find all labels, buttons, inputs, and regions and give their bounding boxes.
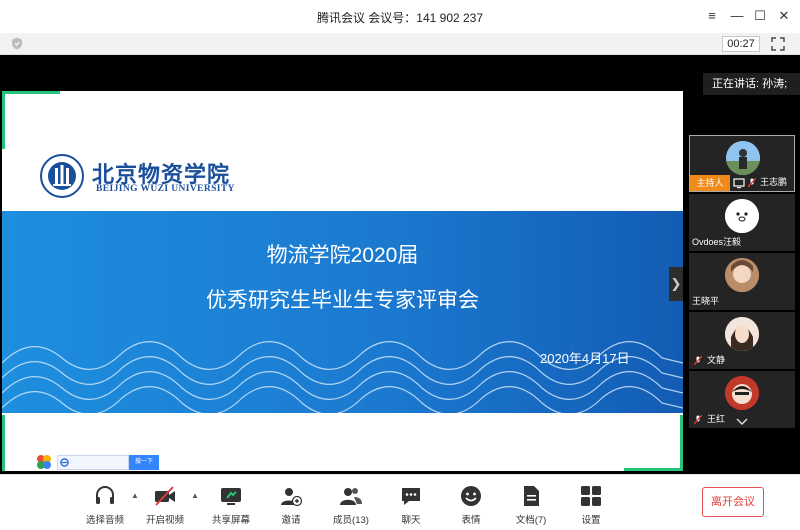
document-icon: [524, 486, 539, 506]
settings-button[interactable]: 设置: [566, 484, 616, 526]
add-user-icon: [281, 488, 303, 507]
speaking-indicator: 正在讲话: 孙涛;: [703, 73, 800, 95]
close-button[interactable]: ✕: [772, 6, 796, 26]
avatar: [725, 258, 759, 292]
participant-tile[interactable]: 主持人 王志鹏: [689, 135, 795, 192]
members-label: 成员(13): [333, 515, 369, 526]
leave-meeting-button[interactable]: 离开会议: [702, 487, 764, 517]
minimize-button[interactable]: —: [725, 6, 749, 26]
members-icon: [340, 488, 362, 505]
avatar: [725, 317, 759, 351]
camera-off-icon: [155, 486, 175, 506]
video-button[interactable]: 开启视频: [140, 484, 190, 526]
settings-label: 设置: [581, 515, 601, 526]
app-logo-icon: [37, 455, 51, 469]
mini-browser-bar: 搜一下: [35, 453, 160, 471]
participant-name: 文静: [707, 355, 726, 365]
shared-slide: 北京物资学院 BEIJING WUZI UNIVERSITY 物流学院2020届…: [2, 91, 683, 471]
participant-name: 王晓平: [692, 296, 720, 306]
university-logo: 北京物资学院 BEIJING WUZI UNIVERSITY: [40, 154, 240, 198]
mic-muted-icon: [748, 178, 756, 188]
university-seal-icon: [40, 154, 84, 198]
emoji-button[interactable]: 表情: [446, 484, 496, 526]
menu-icon[interactable]: ≡: [700, 6, 724, 26]
share-screen-icon: [221, 488, 241, 505]
audio-label: 选择音频: [85, 515, 124, 526]
wave-pattern: [2, 341, 683, 413]
audio-options-caret[interactable]: ▲: [131, 491, 139, 500]
fullscreen-icon[interactable]: [771, 37, 785, 51]
meeting-toolbar: 选择音频 ▲ 开启视频 ▲ 共享屏幕 邀请 成员(13) 聊天 表情 文档(7)…: [0, 474, 800, 530]
invite-label: 邀请: [281, 515, 301, 526]
emoji-label: 表情: [461, 515, 481, 526]
browser-e-icon: [60, 458, 69, 467]
chat-button[interactable]: 聊天: [386, 484, 436, 526]
participant-name: 王志鹏: [760, 177, 788, 187]
headset-icon: [96, 486, 114, 504]
expand-panel-arrow[interactable]: ❯: [669, 267, 683, 301]
maximize-button[interactable]: ☐: [748, 6, 772, 26]
meeting-info-strip: 00:27: [0, 33, 800, 55]
docs-button[interactable]: 文档(7): [506, 484, 556, 526]
chevron-down-icon[interactable]: [736, 418, 748, 426]
settings-grid-icon: [581, 486, 601, 506]
mic-muted-icon: [694, 356, 702, 366]
avatar: [725, 199, 759, 233]
speaker-border-right-bottom: [680, 415, 683, 471]
video-options-caret[interactable]: ▲: [191, 491, 199, 500]
avatar: [726, 141, 760, 175]
shared-screen-stage: 北京物资学院 BEIJING WUZI UNIVERSITY 物流学院2020届…: [0, 55, 800, 474]
window-title: 腾讯会议 会议号：141 902 237: [316, 11, 484, 25]
chat-label: 聊天: [401, 515, 421, 526]
speaker-border-left-bottom: [2, 415, 5, 471]
participant-tile[interactable]: 王晓平: [689, 253, 795, 310]
screen-share-icon: [733, 178, 745, 189]
docs-label: 文档(7): [515, 515, 547, 526]
speaker-border-top-left: [2, 91, 60, 94]
host-badge: 主持人: [690, 175, 730, 191]
title-bar: 腾讯会议 会议号：141 902 237 ≡ — ☐ ✕: [0, 0, 800, 33]
shield-icon[interactable]: [11, 37, 23, 50]
speaker-border-bottom-right: [624, 468, 683, 471]
participant-name: Ovdoes汪毅: [692, 237, 742, 247]
speaker-border-left-top: [2, 91, 5, 149]
meeting-timer: 00:27: [722, 36, 760, 52]
participant-tile[interactable]: Ovdoes汪毅: [689, 194, 795, 251]
participant-tile[interactable]: 文静: [689, 312, 795, 369]
audio-button[interactable]: 选择音频: [80, 484, 130, 526]
slide-title-line1: 物流学院2020届: [266, 244, 419, 267]
participant-name: 王红: [707, 414, 726, 424]
avatar: [725, 376, 759, 410]
mini-search-button[interactable]: 搜一下: [129, 455, 159, 470]
members-button[interactable]: 成员(13): [326, 484, 376, 526]
chat-icon: [402, 488, 420, 505]
participant-tile[interactable]: 王红: [689, 371, 795, 428]
mic-muted-icon: [694, 415, 702, 425]
video-label: 开启视频: [145, 515, 184, 526]
emoji-icon: [461, 486, 481, 506]
share-screen-button[interactable]: 共享屏幕: [206, 484, 256, 526]
slide-date: 2020年4月17日: [540, 351, 630, 366]
share-screen-label: 共享屏幕: [211, 515, 250, 526]
invite-button[interactable]: 邀请: [266, 484, 316, 526]
logo-english-name: BEIJING WUZI UNIVERSITY: [96, 184, 235, 194]
slide-title-line2: 优秀研究生毕业生专家评审会: [206, 289, 479, 312]
